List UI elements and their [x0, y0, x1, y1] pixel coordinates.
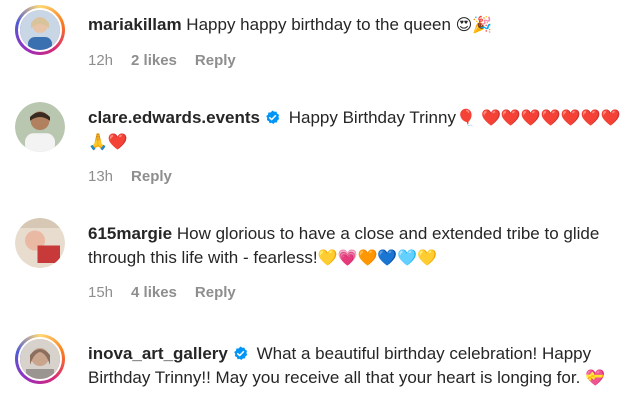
comment-username[interactable]: 615margie [88, 224, 172, 243]
comment-body: inova_art_gallery What a beautiful birth… [88, 342, 628, 390]
reply-button[interactable]: Reply [131, 168, 172, 185]
comment-emoji: 💝 [585, 368, 605, 387]
verified-badge-icon [233, 344, 248, 360]
likes-count-button[interactable]: 4 likes [131, 284, 177, 301]
avatar[interactable] [15, 218, 65, 268]
comment-meta: 13h Reply [88, 168, 172, 185]
comment-text: Happy happy birthday to the queen [186, 15, 451, 34]
comment-meta: 12h 2 likes Reply [88, 52, 236, 69]
comment-timestamp[interactable]: 12h [88, 52, 113, 69]
comment-meta: 15h 4 likes Reply [88, 284, 236, 301]
comment-timestamp[interactable]: 15h [88, 284, 113, 301]
comment-text: Happy Birthday Trinny [288, 108, 456, 127]
comment-body: clare.edwards.events Happy Birthday Trin… [88, 106, 628, 154]
verified-badge-icon [265, 108, 280, 124]
comment-username[interactable]: inova_art_gallery [88, 344, 228, 363]
reply-button[interactable]: Reply [195, 284, 236, 301]
profile-photo [15, 218, 65, 268]
avatar[interactable] [15, 334, 65, 384]
likes-count-button[interactable]: 2 likes [131, 52, 177, 69]
avatar[interactable] [15, 102, 65, 152]
profile-photo [15, 102, 65, 152]
comment-emoji: 💛💗🧡💙🩵💛 [317, 248, 438, 267]
comment-body: mariakillam Happy happy birthday to the … [88, 13, 628, 37]
comment-username[interactable]: clare.edwards.events [88, 108, 260, 127]
comment-body: 615margie How glorious to have a close a… [88, 222, 628, 270]
comment-timestamp[interactable]: 13h [88, 168, 113, 185]
profile-photo [20, 10, 60, 50]
profile-photo [20, 339, 60, 379]
comment-emoji: 😍🎉 [455, 15, 493, 34]
comment-username[interactable]: mariakillam [88, 15, 182, 34]
reply-button[interactable]: Reply [195, 52, 236, 69]
avatar[interactable] [15, 5, 65, 55]
